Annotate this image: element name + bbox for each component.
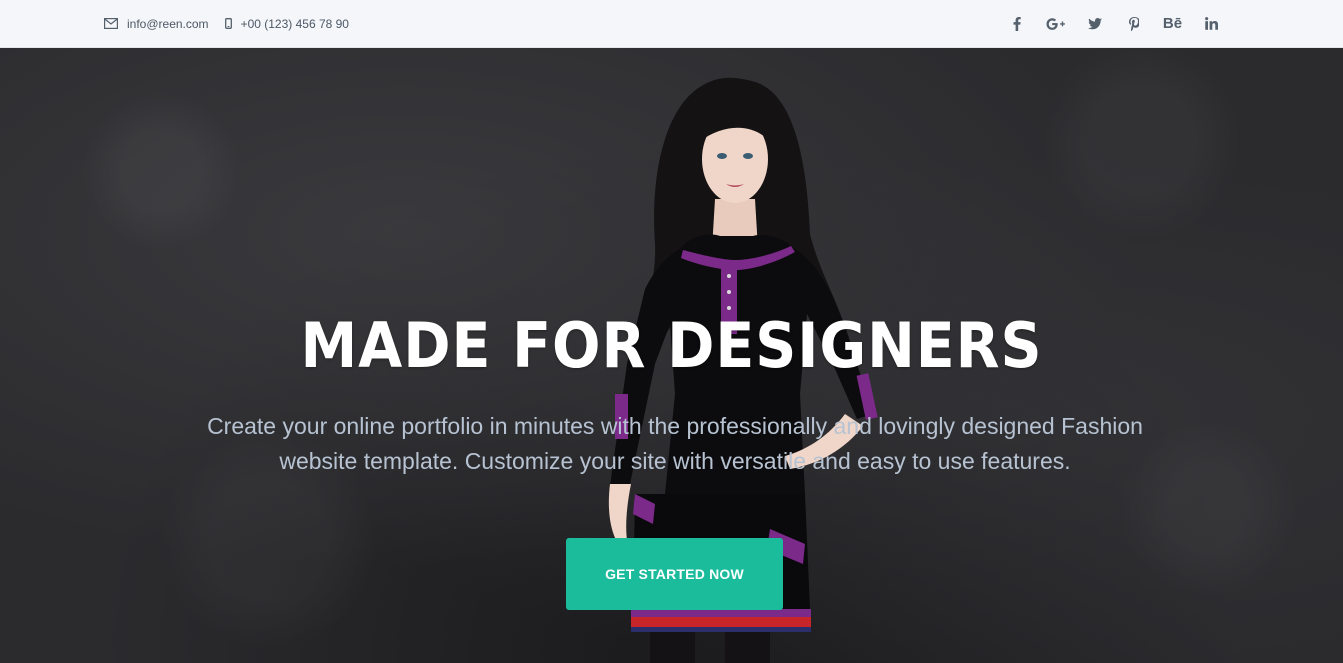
envelope-icon	[104, 18, 118, 29]
facebook-icon	[1013, 16, 1021, 31]
hero-title: MADE FOR DESIGNERS	[300, 309, 1043, 382]
contact-info: info@reen.com +00 (123) 456 78 90	[104, 17, 349, 31]
google-plus-icon	[1046, 17, 1066, 30]
mobile-phone-icon	[224, 18, 232, 29]
phone-text: +00 (123) 456 78 90	[240, 16, 349, 31]
hero-subtitle: Create your online portfolio in minutes …	[207, 413, 1143, 474]
phone-contact[interactable]: +00 (123) 456 78 90	[224, 16, 349, 31]
top-bar: info@reen.com +00 (123) 456 78 90 Bē	[0, 0, 1343, 48]
facebook-link[interactable]	[997, 10, 1036, 38]
pinterest-icon	[1128, 16, 1139, 31]
hero-section: MADE FOR DESIGNERS Create your online po…	[0, 48, 1343, 663]
twitter-icon	[1087, 17, 1102, 30]
email-contact[interactable]: info@reen.com	[104, 17, 209, 31]
get-started-button[interactable]: GET STARTED NOW	[566, 538, 783, 610]
social-links: Bē	[997, 10, 1231, 38]
pinterest-link[interactable]	[1114, 10, 1153, 38]
linkedin-link[interactable]	[1192, 10, 1231, 38]
hero-content: MADE FOR DESIGNERS Create your online po…	[0, 48, 1343, 663]
twitter-link[interactable]	[1075, 10, 1114, 38]
linkedin-icon	[1205, 17, 1218, 30]
behance-icon: Bē	[1162, 15, 1183, 32]
behance-link[interactable]: Bē	[1153, 10, 1192, 38]
google-plus-link[interactable]	[1036, 10, 1075, 38]
email-text: info@reen.com	[127, 16, 209, 31]
